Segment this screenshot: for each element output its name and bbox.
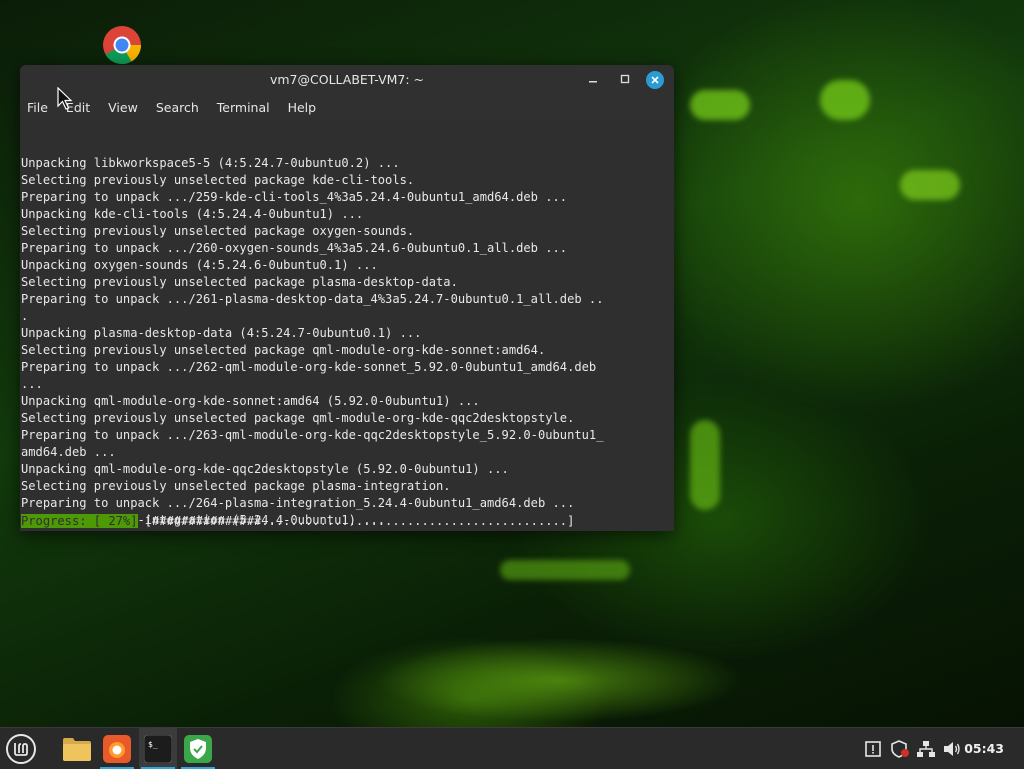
menu-terminal[interactable]: Terminal xyxy=(217,100,270,115)
terminal-lines: Unpacking libkworkspace5-5 (4:5.24.7-0ub… xyxy=(21,155,674,529)
terminal-line: Preparing to unpack .../260-oxygen-sound… xyxy=(21,241,568,255)
taskbar-firefox[interactable] xyxy=(98,728,136,769)
wallpaper-glow xyxy=(690,90,750,120)
terminal-line: Unpacking qml-module-org-kde-qqc2desktop… xyxy=(21,462,509,476)
terminal-line: Preparing to unpack .../259-kde-cli-tool… xyxy=(21,190,568,204)
mouse-cursor-icon xyxy=(57,87,73,110)
minimize-button[interactable] xyxy=(584,71,602,89)
maximize-button[interactable] xyxy=(616,71,634,89)
terminal-line: Unpacking oxygen-sounds (4:5.24.6-0ubunt… xyxy=(21,258,378,272)
network-icon[interactable] xyxy=(916,739,936,759)
firefox-icon xyxy=(103,734,131,763)
taskbar-terminal[interactable]: $_ xyxy=(139,728,177,769)
terminal-line: Unpacking qml-module-org-kde-sonnet:amd6… xyxy=(21,394,480,408)
title-bar[interactable]: vm7@COLLABET-VM7: ~ xyxy=(20,65,674,95)
wallpaper-glow xyxy=(900,170,960,200)
menu-help[interactable]: Help xyxy=(288,100,317,115)
svg-text:$_: $_ xyxy=(148,740,158,749)
wallpaper-glow xyxy=(690,420,720,510)
terminal-line: Unpacking libkworkspace5-5 (4:5.24.7-0ub… xyxy=(21,156,400,170)
terminal-line: Preparing to unpack .../262-qml-module-o… xyxy=(21,360,597,374)
clock[interactable]: 05:43 xyxy=(964,741,1004,756)
wallpaper-glow xyxy=(820,80,870,120)
terminal-icon: $_ xyxy=(144,734,172,763)
volume-icon[interactable] xyxy=(942,739,962,759)
terminal-line: amd64.deb ... xyxy=(21,445,116,459)
taskbar-security[interactable] xyxy=(179,728,217,769)
terminal-line: Selecting previously unselected package … xyxy=(21,224,415,238)
terminal-line: Preparing to unpack .../264-plasma-integ… xyxy=(21,496,575,510)
menu-file[interactable]: File xyxy=(27,100,48,115)
progress-label: Progress: [ 27%] xyxy=(21,514,138,528)
desktop-chrome-icon[interactable] xyxy=(102,25,142,65)
taskbar-files[interactable] xyxy=(58,728,96,769)
system-tray xyxy=(864,728,962,769)
taskbar: $_ 05:43 xyxy=(0,727,1024,769)
terminal-line: Selecting previously unselected package … xyxy=(21,479,451,493)
shield-icon xyxy=(184,734,212,763)
progress-bar: [###############........................… xyxy=(137,514,575,528)
notification-icon[interactable] xyxy=(864,739,884,759)
chrome-icon xyxy=(103,26,142,65)
terminal-line: Preparing to unpack .../261-plasma-deskt… xyxy=(21,292,604,306)
close-button[interactable] xyxy=(646,71,664,89)
menu-bar: File Edit View Search Terminal Help xyxy=(20,95,674,119)
minimize-icon xyxy=(589,81,597,83)
terminal-line: Selecting previously unselected package … xyxy=(21,173,415,187)
terminal-line: Unpacking kde-cli-tools (4:5.24.4-0ubunt… xyxy=(21,207,364,221)
files-icon xyxy=(63,737,91,761)
terminal-window[interactable]: vm7@COLLABET-VM7: ~ File Edit View Searc… xyxy=(20,65,674,531)
terminal-line: Selecting previously unselected package … xyxy=(21,343,546,357)
terminal-line: Selecting previously unselected package … xyxy=(21,411,575,425)
menu-view[interactable]: View xyxy=(108,100,138,115)
menu-search[interactable]: Search xyxy=(156,100,199,115)
security-icon[interactable] xyxy=(890,739,910,759)
terminal-line: Preparing to unpack .../263-qml-module-o… xyxy=(21,428,604,442)
close-icon xyxy=(651,76,659,84)
window-title: vm7@COLLABET-VM7: ~ xyxy=(269,72,425,87)
terminal-line: . xyxy=(21,309,29,323)
maximize-icon xyxy=(620,74,630,84)
wallpaper-glow xyxy=(500,560,630,580)
start-menu-button[interactable] xyxy=(2,728,40,769)
progress-row: Progress: [ 27%] [###############.......… xyxy=(21,513,574,530)
menu-icon xyxy=(6,733,36,764)
terminal-line: ... xyxy=(21,377,43,391)
terminal-output[interactable]: Unpacking libkworkspace5-5 (4:5.24.7-0ub… xyxy=(20,121,674,531)
terminal-line: Selecting previously unselected package … xyxy=(21,275,458,289)
terminal-line: Unpacking plasma-desktop-data (4:5.24.7-… xyxy=(21,326,422,340)
